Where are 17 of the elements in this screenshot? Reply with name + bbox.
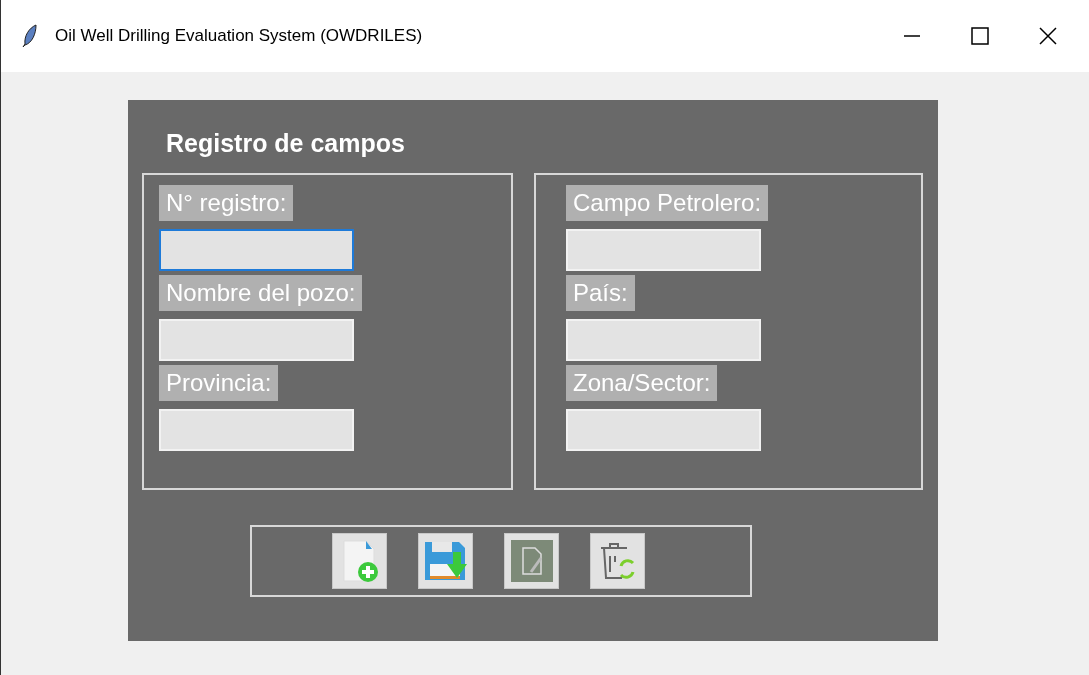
field-label: Provincia: xyxy=(159,364,279,401)
field-label: Zona/Sector: xyxy=(566,364,718,401)
field-label: Nombre del pozo: xyxy=(159,274,363,311)
field-label: Campo Petrolero: xyxy=(566,184,769,221)
field-label: N° registro: xyxy=(159,184,294,221)
field-label: País: xyxy=(566,274,635,311)
window-title: Oil Well Drilling Evaluation System (OWDRILES) xyxy=(55,25,423,48)
maximize-icon[interactable] xyxy=(971,27,989,45)
input-field[interactable] xyxy=(159,228,354,271)
feather-icon xyxy=(21,24,39,48)
edit-button[interactable] xyxy=(504,532,559,589)
new-button[interactable] xyxy=(332,532,387,589)
document-icon xyxy=(508,537,555,584)
close-icon[interactable] xyxy=(1039,27,1057,45)
delete-button[interactable] xyxy=(590,532,645,589)
save-button[interactable] xyxy=(418,532,473,589)
form-title: Registro de campos xyxy=(166,128,405,159)
